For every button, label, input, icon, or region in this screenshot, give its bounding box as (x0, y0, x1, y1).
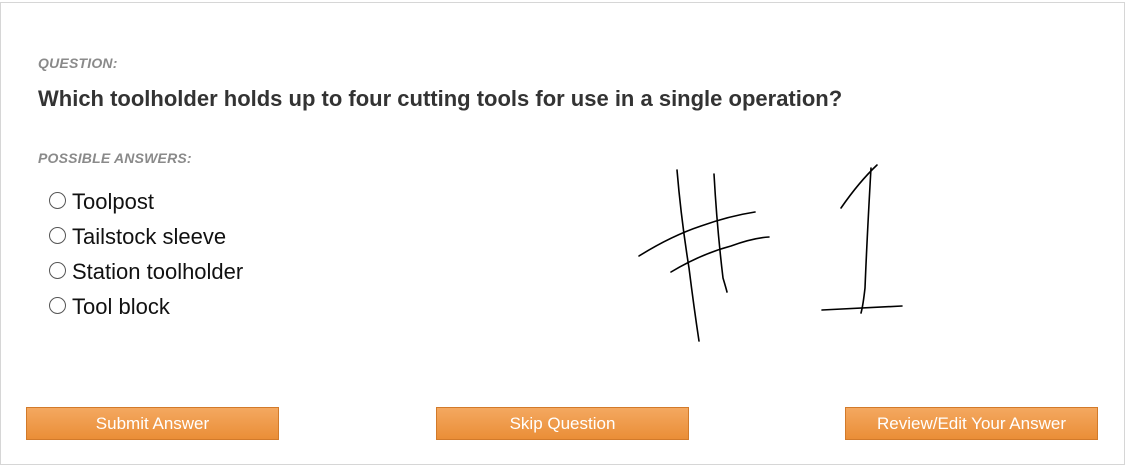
answer-list: Toolpost Tailstock sleeve Station toolho… (49, 186, 243, 326)
answer-option-label: Station toolholder (72, 258, 244, 284)
handwritten-annotation (638, 164, 903, 342)
submit-answer-button[interactable]: Submit Answer (26, 407, 279, 440)
question-panel: QUESTION: Which toolholder holds up to f… (0, 2, 1125, 465)
possible-answers-label: POSSIBLE ANSWERS: (38, 150, 192, 166)
radio-button[interactable] (49, 262, 66, 279)
question-text: Which toolholder holds up to four cuttin… (38, 86, 843, 111)
answer-option-tool-block[interactable]: Tool block (49, 291, 243, 326)
question-label: QUESTION: (38, 55, 118, 71)
hash-vertical-left-stroke (676, 169, 700, 342)
answer-option-label: Tool block (72, 293, 170, 319)
one-vertical-stroke (860, 167, 872, 314)
radio-button[interactable] (49, 297, 66, 314)
skip-question-button[interactable]: Skip Question (436, 407, 689, 440)
answer-option-label: Toolpost (72, 188, 154, 214)
answer-option-tailstock-sleeve[interactable]: Tailstock sleeve (49, 221, 243, 256)
radio-button[interactable] (49, 227, 66, 244)
answer-option-toolpost[interactable]: Toolpost (49, 186, 243, 221)
answer-option-label: Tailstock sleeve (72, 223, 227, 249)
hash-vertical-right-stroke (713, 173, 728, 293)
review-edit-answer-button[interactable]: Review/Edit Your Answer (845, 407, 1098, 440)
hash-horizontal-top-stroke (638, 211, 756, 257)
answer-option-station-toolholder[interactable]: Station toolholder (49, 256, 243, 291)
radio-button[interactable] (49, 192, 66, 209)
